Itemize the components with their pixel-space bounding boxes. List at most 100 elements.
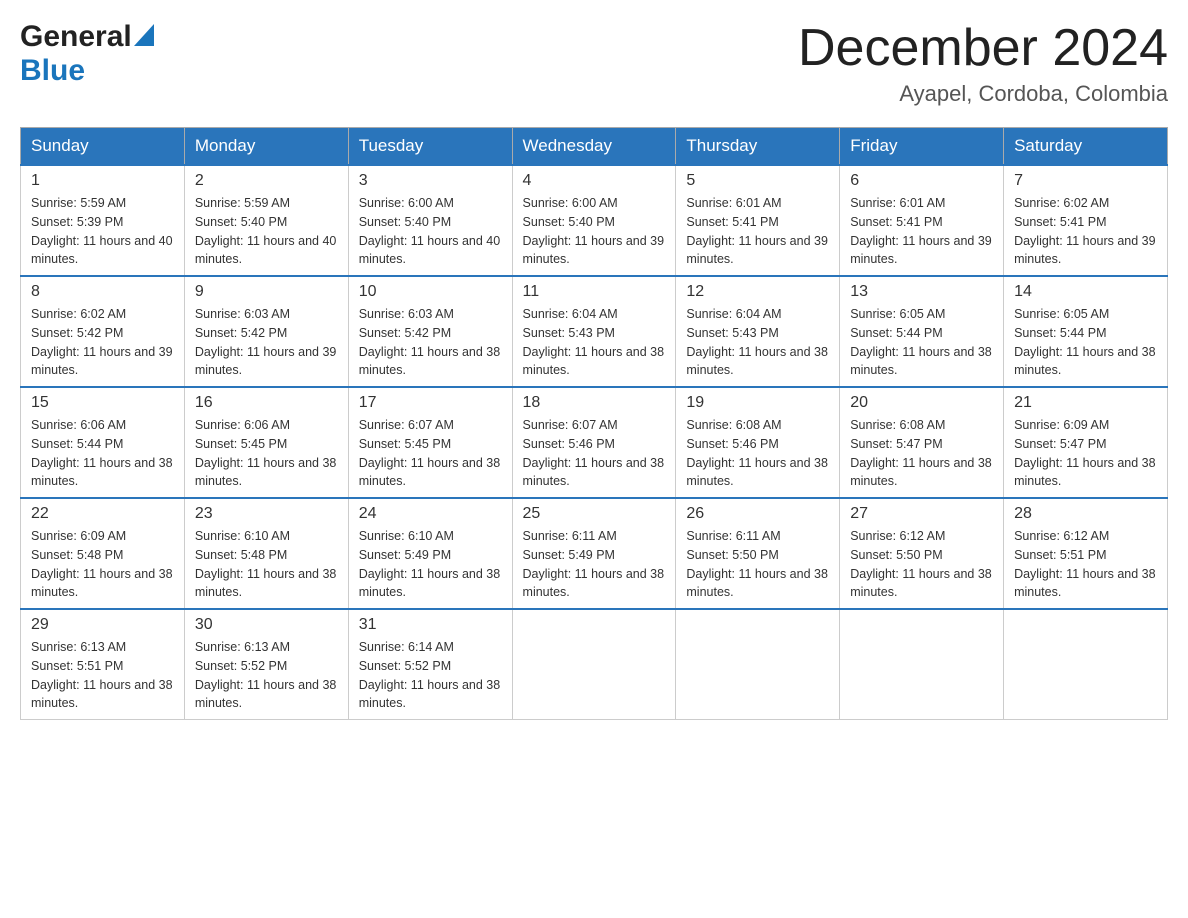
table-row: 4 Sunrise: 6:00 AM Sunset: 5:40 PM Dayli… [512,165,676,276]
day-number: 25 [523,505,666,523]
day-number: 20 [850,394,993,412]
header-wednesday: Wednesday [512,128,676,166]
header-thursday: Thursday [676,128,840,166]
calendar-table: Sunday Monday Tuesday Wednesday Thursday… [20,127,1168,720]
day-number: 26 [686,505,829,523]
table-row: 26 Sunrise: 6:11 AM Sunset: 5:50 PM Dayl… [676,498,840,609]
calendar-week-row: 29 Sunrise: 6:13 AM Sunset: 5:51 PM Dayl… [21,609,1168,720]
day-info: Sunrise: 6:12 AM Sunset: 5:50 PM Dayligh… [850,527,993,602]
table-row: 6 Sunrise: 6:01 AM Sunset: 5:41 PM Dayli… [840,165,1004,276]
day-info: Sunrise: 6:00 AM Sunset: 5:40 PM Dayligh… [359,194,502,269]
day-info: Sunrise: 6:02 AM Sunset: 5:41 PM Dayligh… [1014,194,1157,269]
day-info: Sunrise: 6:04 AM Sunset: 5:43 PM Dayligh… [523,305,666,380]
day-info: Sunrise: 6:01 AM Sunset: 5:41 PM Dayligh… [850,194,993,269]
day-number: 14 [1014,283,1157,301]
day-number: 8 [31,283,174,301]
logo-general-text: General [20,20,132,54]
table-row: 13 Sunrise: 6:05 AM Sunset: 5:44 PM Dayl… [840,276,1004,387]
day-info: Sunrise: 6:10 AM Sunset: 5:48 PM Dayligh… [195,527,338,602]
day-info: Sunrise: 6:02 AM Sunset: 5:42 PM Dayligh… [31,305,174,380]
day-info: Sunrise: 6:09 AM Sunset: 5:47 PM Dayligh… [1014,416,1157,491]
table-row: 23 Sunrise: 6:10 AM Sunset: 5:48 PM Dayl… [184,498,348,609]
day-info: Sunrise: 6:10 AM Sunset: 5:49 PM Dayligh… [359,527,502,602]
month-year-heading: December 2024 [798,20,1168,77]
table-row: 5 Sunrise: 6:01 AM Sunset: 5:41 PM Dayli… [676,165,840,276]
day-info: Sunrise: 6:06 AM Sunset: 5:45 PM Dayligh… [195,416,338,491]
day-info: Sunrise: 6:11 AM Sunset: 5:50 PM Dayligh… [686,527,829,602]
day-number: 11 [523,283,666,301]
header-friday: Friday [840,128,1004,166]
page-header: General Blue December 2024 Ayapel, Cordo… [20,20,1168,107]
day-info: Sunrise: 6:06 AM Sunset: 5:44 PM Dayligh… [31,416,174,491]
table-row: 8 Sunrise: 6:02 AM Sunset: 5:42 PM Dayli… [21,276,185,387]
table-row: 20 Sunrise: 6:08 AM Sunset: 5:47 PM Dayl… [840,387,1004,498]
day-number: 23 [195,505,338,523]
table-row: 3 Sunrise: 6:00 AM Sunset: 5:40 PM Dayli… [348,165,512,276]
day-info: Sunrise: 6:04 AM Sunset: 5:43 PM Dayligh… [686,305,829,380]
day-info: Sunrise: 6:13 AM Sunset: 5:52 PM Dayligh… [195,638,338,713]
table-row: 31 Sunrise: 6:14 AM Sunset: 5:52 PM Dayl… [348,609,512,720]
day-number: 22 [31,505,174,523]
table-row: 21 Sunrise: 6:09 AM Sunset: 5:47 PM Dayl… [1004,387,1168,498]
table-row: 29 Sunrise: 6:13 AM Sunset: 5:51 PM Dayl… [21,609,185,720]
table-row: 22 Sunrise: 6:09 AM Sunset: 5:48 PM Dayl… [21,498,185,609]
day-number: 31 [359,616,502,634]
table-row: 28 Sunrise: 6:12 AM Sunset: 5:51 PM Dayl… [1004,498,1168,609]
day-info: Sunrise: 6:03 AM Sunset: 5:42 PM Dayligh… [359,305,502,380]
calendar-week-row: 15 Sunrise: 6:06 AM Sunset: 5:44 PM Dayl… [21,387,1168,498]
table-row: 12 Sunrise: 6:04 AM Sunset: 5:43 PM Dayl… [676,276,840,387]
header-monday: Monday [184,128,348,166]
table-row: 17 Sunrise: 6:07 AM Sunset: 5:45 PM Dayl… [348,387,512,498]
day-info: Sunrise: 6:14 AM Sunset: 5:52 PM Dayligh… [359,638,502,713]
day-number: 28 [1014,505,1157,523]
calendar-week-row: 22 Sunrise: 6:09 AM Sunset: 5:48 PM Dayl… [21,498,1168,609]
day-info: Sunrise: 6:08 AM Sunset: 5:47 PM Dayligh… [850,416,993,491]
table-row: 16 Sunrise: 6:06 AM Sunset: 5:45 PM Dayl… [184,387,348,498]
day-number: 18 [523,394,666,412]
day-number: 7 [1014,172,1157,190]
day-number: 27 [850,505,993,523]
logo: General Blue [20,20,154,88]
day-info: Sunrise: 6:05 AM Sunset: 5:44 PM Dayligh… [850,305,993,380]
day-number: 10 [359,283,502,301]
day-number: 6 [850,172,993,190]
day-number: 17 [359,394,502,412]
location-text: Ayapel, Cordoba, Colombia [798,81,1168,107]
calendar-header-row: Sunday Monday Tuesday Wednesday Thursday… [21,128,1168,166]
table-row: 25 Sunrise: 6:11 AM Sunset: 5:49 PM Dayl… [512,498,676,609]
table-row: 15 Sunrise: 6:06 AM Sunset: 5:44 PM Dayl… [21,387,185,498]
day-number: 24 [359,505,502,523]
table-row: 24 Sunrise: 6:10 AM Sunset: 5:49 PM Dayl… [348,498,512,609]
day-info: Sunrise: 6:12 AM Sunset: 5:51 PM Dayligh… [1014,527,1157,602]
table-row: 10 Sunrise: 6:03 AM Sunset: 5:42 PM Dayl… [348,276,512,387]
table-row: 27 Sunrise: 6:12 AM Sunset: 5:50 PM Dayl… [840,498,1004,609]
table-row: 19 Sunrise: 6:08 AM Sunset: 5:46 PM Dayl… [676,387,840,498]
day-number: 3 [359,172,502,190]
day-number: 30 [195,616,338,634]
day-info: Sunrise: 6:00 AM Sunset: 5:40 PM Dayligh… [523,194,666,269]
day-info: Sunrise: 6:05 AM Sunset: 5:44 PM Dayligh… [1014,305,1157,380]
header-sunday: Sunday [21,128,185,166]
day-number: 4 [523,172,666,190]
logo-blue-text: Blue [20,54,85,87]
table-row: 11 Sunrise: 6:04 AM Sunset: 5:43 PM Dayl… [512,276,676,387]
day-info: Sunrise: 6:08 AM Sunset: 5:46 PM Dayligh… [686,416,829,491]
table-row [676,609,840,720]
header-saturday: Saturday [1004,128,1168,166]
header-tuesday: Tuesday [348,128,512,166]
day-number: 19 [686,394,829,412]
day-number: 1 [31,172,174,190]
day-info: Sunrise: 6:03 AM Sunset: 5:42 PM Dayligh… [195,305,338,380]
table-row: 14 Sunrise: 6:05 AM Sunset: 5:44 PM Dayl… [1004,276,1168,387]
calendar-week-row: 8 Sunrise: 6:02 AM Sunset: 5:42 PM Dayli… [21,276,1168,387]
table-row [1004,609,1168,720]
day-info: Sunrise: 5:59 AM Sunset: 5:40 PM Dayligh… [195,194,338,269]
day-info: Sunrise: 6:01 AM Sunset: 5:41 PM Dayligh… [686,194,829,269]
table-row: 2 Sunrise: 5:59 AM Sunset: 5:40 PM Dayli… [184,165,348,276]
day-info: Sunrise: 6:09 AM Sunset: 5:48 PM Dayligh… [31,527,174,602]
day-number: 12 [686,283,829,301]
table-row [512,609,676,720]
day-number: 9 [195,283,338,301]
day-number: 15 [31,394,174,412]
logo-triangle-icon [134,24,154,51]
